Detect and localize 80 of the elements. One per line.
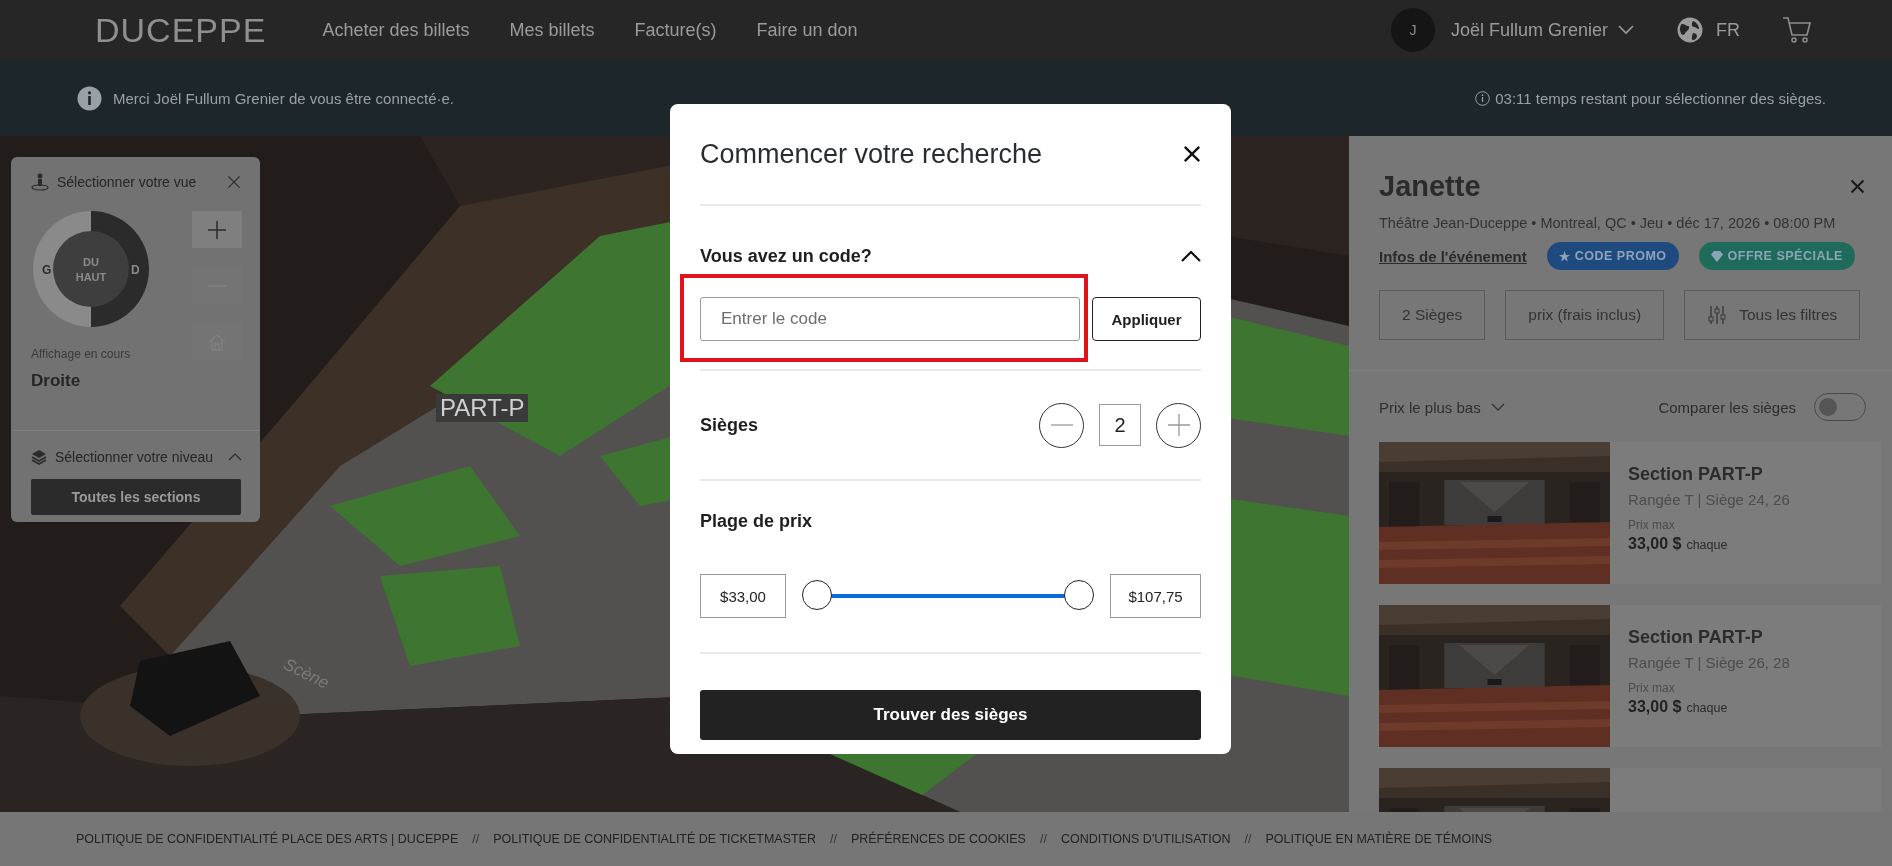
dial-side-label: D [131,263,140,277]
price-range-label: Plage de prix [700,511,814,532]
language-selector[interactable]: FR [1716,19,1740,41]
close-icon[interactable] [226,174,242,190]
code-heading: Vous avez un code? [700,245,872,267]
seats-label: Sièges [700,414,759,436]
separator: // [1039,832,1047,846]
minus-icon [1049,424,1074,426]
increase-button[interactable] [1156,402,1201,448]
all-sections-button[interactable]: Toutes les sections [31,479,241,515]
min-price-field[interactable]: $33,00 [700,574,786,618]
separator: // [472,832,480,846]
layers-icon [31,449,47,465]
filter-button[interactable]: Tous les filtres [1684,290,1861,340]
price-unit: chaque [1686,538,1728,552]
price: 33,00 $ [1628,535,1682,553]
section-name: Section PART-P [1628,627,1764,648]
event-details: Théâtre Jean-Duceppe • Montreal, QC • Jeu • déc 17, 2026 • 08:00 PM [1379,215,1837,231]
user-name[interactable]: Joël Fullum Grenier [1450,19,1608,41]
logo[interactable]: DUCEPPE [95,10,267,50]
sliders-icon [1707,305,1728,325]
level-title: Sélectionner votre niveau [55,449,214,465]
welcome-message: Merci Joël Fullum Grenier de vous être connecté·e. [113,89,454,107]
plus-icon [1166,413,1191,437]
dial-center-label: DU HAUT [75,256,107,283]
filter-button[interactable]: 2 Sièges [1379,290,1486,340]
find-seats-button[interactable]: Trouver des sièges [700,690,1201,740]
event-info-link[interactable]: Infos de l'événement [1379,247,1527,265]
user-avatar[interactable]: J [1390,8,1435,52]
footer-link[interactable]: CONDITIONS D'UTILISATION [1060,832,1231,846]
decrease-button[interactable] [1039,402,1084,448]
globe-icon[interactable] [1676,16,1704,44]
footer-link[interactable]: POLITIQUE EN MATIÈRE DE TÉMOINS [1265,832,1493,846]
sort-dropdown[interactable]: Prix le plus bas [1379,398,1481,416]
chevron-down-icon[interactable] [1618,25,1634,35]
slider-thumb[interactable] [1064,580,1094,610]
dial-side-label: G [42,263,52,277]
separator: // [1244,832,1252,846]
plus-icon [206,219,228,240]
section-label[interactable]: PART-P [436,394,529,422]
panel-title: Sélectionner votre vue [57,174,198,190]
close-button[interactable] [1183,145,1201,163]
zoom-in-button[interactable] [192,211,242,248]
timer-text: 03:11 temps restant pour sélectionner des sièges. [1495,89,1826,107]
event-title: Janette [1379,170,1481,203]
max-price-field[interactable]: $107,75 [1110,574,1201,618]
collapse-toggle[interactable] [1181,250,1201,262]
chevron-up-icon[interactable] [228,453,242,461]
chevron-up-icon [1181,250,1201,262]
price: 33,00 $ [1628,698,1682,716]
info-icon [77,85,102,111]
filter-button[interactable]: prix (frais inclus) [1505,290,1665,340]
offer-badge: OFFRE SPÉCIALE [1698,242,1855,270]
slider-thumb[interactable] [802,580,832,610]
current-view-label: Affichage en cours [31,347,132,361]
dialog-title: Commencer votre recherche [700,138,1043,170]
price-slider[interactable] [802,581,1094,611]
nav-link[interactable]: Mes billets [509,19,595,41]
close-icon [1183,145,1201,163]
nav-link[interactable]: Facture(s) [634,19,717,41]
nav-link[interactable]: Faire un don [756,19,858,41]
apply-button[interactable]: Appliquer [1092,297,1201,341]
promo-badge: CODE PROMO [1546,242,1679,270]
info-icon [1475,90,1491,106]
separator: // [829,832,837,846]
current-view-value: Droite [31,371,82,391]
close-icon[interactable] [1849,178,1866,195]
chevron-down-icon[interactable] [1490,403,1505,411]
footer-link[interactable]: PRÉFÉRENCES DE COOKIES [850,832,1026,846]
section-name: Section PART-P [1628,464,1764,485]
footer-link[interactable]: POLITIQUE DE CONFIDENTIALITÉ PLACE DES ARTS | DUCEPPE [76,832,459,846]
code-input-field[interactable]: Entrer le code [700,297,1080,341]
price-unit: chaque [1686,701,1728,715]
dial-center[interactable] [53,231,129,307]
person-icon [31,173,49,191]
nav-link[interactable]: Acheter des billets [322,19,470,41]
seat-count: 2 [1099,404,1141,446]
footer-link[interactable]: POLITIQUE DE CONFIDENTIALITÉ DE TICKETMASTER [493,832,816,846]
cart-icon[interactable] [1782,16,1812,44]
compare-label: Comparer les sièges [1658,398,1796,416]
